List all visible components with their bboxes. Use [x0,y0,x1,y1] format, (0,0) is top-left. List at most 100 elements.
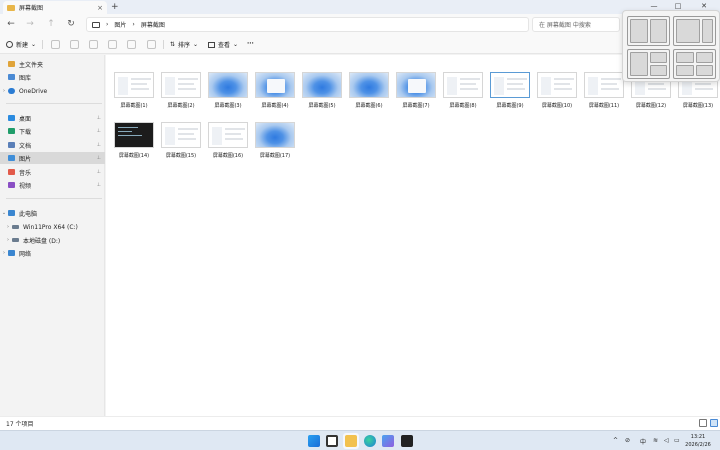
sort-icon: ⇅ [170,41,176,48]
title-bar: 屏幕截图 × + — □ ✕ [0,0,720,14]
snap-zone[interactable] [702,19,713,43]
battery-icon[interactable]: ▭ [674,437,680,444]
file-name: 屏幕截图(12) [635,103,667,109]
sidebar-item-drive-c[interactable]: › Win11Pro X64 (C:) [0,221,105,233]
volume-icon[interactable]: ◁ [664,437,669,444]
copy-icon[interactable] [70,40,79,49]
delete-icon[interactable] [147,40,156,49]
search-box[interactable]: 在 屏幕截图 中搜索 [532,17,620,32]
snap-zone[interactable] [696,52,713,63]
new-tab-button[interactable]: + [111,2,119,12]
drive-icon [12,238,19,242]
snap-layout-quadrants[interactable] [673,49,716,79]
file-item[interactable]: 屏幕截图(11) [584,72,624,116]
file-item[interactable]: 屏幕截图(10) [537,72,577,116]
large-icons-view-button[interactable] [710,419,718,427]
input-language-indicator[interactable]: 中 [640,437,646,446]
sidebar-item-music[interactable]: 音乐 ⊥ [0,166,105,178]
sidebar-item-network[interactable]: › 网络 [0,247,105,259]
file-thumbnail [255,122,295,148]
file-item[interactable]: 屏幕截图(4) [255,72,295,116]
file-item[interactable]: 屏幕截图(15) [161,122,201,166]
file-item[interactable]: 屏幕截图(14) [114,122,154,166]
search-input[interactable]: 在 屏幕截图 中搜索 [539,20,591,29]
sidebar-item-label: 桌面 [19,115,32,123]
snap-zone[interactable] [696,65,713,76]
notification-icon[interactable]: ⊘ [625,437,630,444]
forward-button[interactable]: → [24,19,36,29]
sidebar-item-drive-d[interactable]: › 本地磁盘 (D:) [0,234,105,246]
file-thumbnail [537,72,577,98]
chevron-right-icon[interactable]: › [4,224,12,230]
sort-button[interactable]: ⇅ 排序 ⌄ [170,40,198,49]
sidebar-item-label: 网络 [19,250,32,258]
details-view-button[interactable] [699,419,707,427]
chevron-right-icon[interactable]: › [0,250,8,256]
sidebar-item-pictures[interactable]: 图片 ⊥ [0,152,105,164]
chevron-down-icon[interactable]: ⌄ [0,210,8,216]
file-item[interactable]: 屏幕截图(16) [208,122,248,166]
up-button[interactable]: ↑ [45,19,57,29]
file-item[interactable]: 屏幕截图(9) [490,72,530,116]
snap-zone[interactable] [676,19,700,43]
sidebar-item-home[interactable]: 主文件夹 [0,58,105,70]
breadcrumb-screenshots[interactable]: 屏幕截图 [141,20,165,29]
paste-icon[interactable] [89,40,98,49]
sidebar-item-this-pc[interactable]: ⌄ 此电脑 [0,207,105,219]
sidebar-item-gallery[interactable]: 图库 [0,71,105,83]
snap-zone[interactable] [676,52,694,63]
rename-icon[interactable] [108,40,117,49]
windows-start-icon[interactable] [308,435,320,447]
view-button[interactable]: 查看 ⌄ [208,40,238,49]
breadcrumb-pictures[interactable]: 图片 [114,20,126,29]
sidebar-item-videos[interactable]: 视频 ⊥ [0,179,105,191]
address-bar[interactable]: › 图片 › 屏幕截图 [86,17,529,32]
file-item[interactable]: 屏幕截图(2) [161,72,201,116]
tab-screenshots[interactable]: 屏幕截图 × [3,1,107,14]
back-button[interactable]: ← [5,19,17,29]
sidebar-item-onedrive[interactable]: › OneDrive [0,85,105,97]
snap-layout-two-thirds[interactable] [673,16,716,46]
system-clock[interactable]: 13:21 2026/2/26 [680,433,716,449]
snap-layout-main-side[interactable] [627,49,670,79]
new-button[interactable]: 新建 ⌄ [6,40,36,49]
file-explorer-icon[interactable] [345,435,357,447]
snap-zone[interactable] [676,65,694,76]
chevron-right-icon[interactable]: › [4,237,12,243]
task-view-icon[interactable] [326,435,338,447]
gallery-icon [8,74,15,80]
file-item[interactable]: 屏幕截图(7) [396,72,436,116]
terminal-icon[interactable] [401,435,413,447]
snap-zone[interactable] [630,19,648,43]
file-name: 屏幕截图(11) [588,103,620,109]
sidebar-item-documents[interactable]: 文档 ⊥ [0,139,105,151]
more-options-button[interactable]: ··· [247,40,254,47]
file-item[interactable]: 屏幕截图(3) [208,72,248,116]
cut-icon[interactable] [51,40,60,49]
music-icon [8,169,15,175]
file-name: 屏幕截图(8) [449,103,477,109]
sidebar-item-downloads[interactable]: 下载 ⊥ [0,125,105,137]
file-item[interactable]: 屏幕截图(17) [255,122,295,166]
sidebar-item-desktop[interactable]: 桌面 ⊥ [0,112,105,124]
file-item[interactable]: 屏幕截图(1) [114,72,154,116]
tab-close-icon[interactable]: × [97,4,103,12]
snap-zone[interactable] [650,52,667,63]
edge-icon[interactable] [364,435,376,447]
sidebar-item-label: 此电脑 [19,210,38,218]
file-item[interactable]: 屏幕截图(6) [349,72,389,116]
file-item[interactable]: 屏幕截图(5) [302,72,342,116]
snap-layout-halves[interactable] [627,16,670,46]
snap-zone[interactable] [650,65,667,76]
file-name: 屏幕截图(10) [541,103,573,109]
file-item[interactable]: 屏幕截图(8) [443,72,483,116]
file-list-view[interactable]: 屏幕截图(1) 屏幕截图(2) 屏幕截图(3) 屏幕截图(4) 屏幕截图(5) 屏幕截图(… [106,55,720,416]
refresh-button[interactable]: ↻ [65,19,77,29]
share-icon[interactable] [127,40,136,49]
wifi-icon[interactable]: ≋ [653,437,658,444]
snap-zone[interactable] [650,19,667,43]
store-icon[interactable] [382,435,394,447]
show-hidden-icons-button[interactable]: ^ [613,437,618,444]
snap-zone[interactable] [630,52,648,76]
chevron-right-icon[interactable]: › [0,88,8,94]
